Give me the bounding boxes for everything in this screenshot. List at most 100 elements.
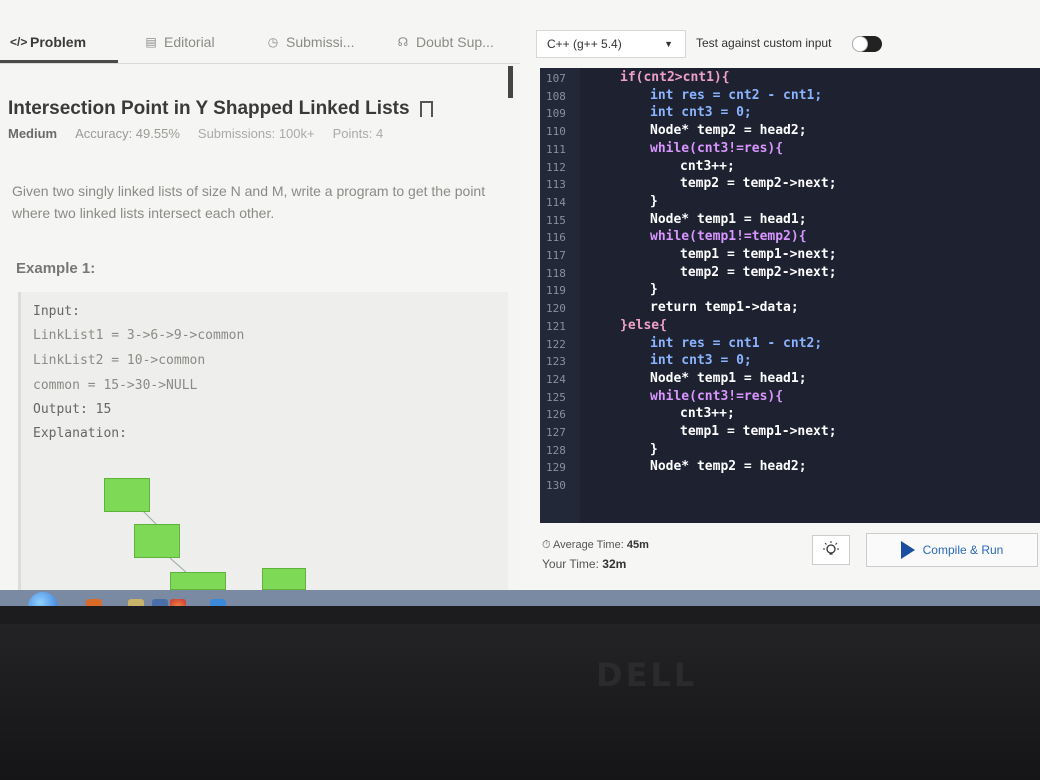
start-button[interactable]	[28, 592, 58, 606]
average-time: ⏱ Average Time: 45m	[542, 539, 649, 552]
diagram-node	[262, 568, 306, 590]
line-number: 114	[546, 195, 566, 209]
average-time-value: 45m	[626, 539, 649, 551]
screen: </> Problem ▤ Editorial ◷ Submissi... ☊ …	[0, 0, 1040, 606]
custom-input-label: Test against custom input	[696, 36, 832, 50]
example-line: LinkList1 = 3->6->9->common	[33, 328, 245, 343]
points-label: Points: 4	[332, 126, 384, 141]
code-line: Node* temp2 = head2;	[650, 459, 807, 475]
code-line: }else{	[620, 317, 667, 333]
code-line: }	[650, 282, 658, 298]
your-time: Your Time: 32m	[542, 557, 626, 571]
media-player-icon[interactable]	[86, 599, 102, 606]
custom-input-toggle[interactable]	[852, 36, 882, 52]
line-number: 127	[546, 426, 566, 439]
code-line: cnt3++;	[680, 158, 735, 174]
example-line: Output: 15	[33, 402, 112, 417]
line-number: 124	[546, 372, 566, 386]
compile-run-button[interactable]: Compile & Run	[866, 533, 1038, 567]
line-number: 107	[546, 72, 566, 85]
headset-icon: ☊	[397, 35, 409, 49]
editor-toolbar: C++ (g++ 5.4) ▼ Test against custom inpu…	[530, 24, 1040, 64]
code-line: temp1 = temp1->next;	[680, 247, 837, 262]
tab-submissions[interactable]: ◷ Submissi...	[266, 30, 355, 54]
editor-pane: C++ (g++ 5.4) ▼ Test against custom inpu…	[530, 0, 1040, 606]
code-line: int cnt3 = 0;	[650, 105, 752, 121]
line-number: 113	[546, 178, 566, 192]
line-number: 120	[546, 302, 566, 316]
code-line: while(cnt3!=res){	[650, 388, 784, 404]
code-line: while(temp1!=temp2){	[650, 229, 807, 245]
example-heading: Example 1:	[16, 260, 96, 277]
code-line: }	[650, 441, 658, 457]
document-icon: ▤	[145, 35, 157, 49]
line-number: 118	[546, 266, 566, 280]
diagram-node	[134, 524, 180, 558]
code-line: int res = cnt1 - cnt2;	[650, 335, 823, 351]
code-icon: </>	[10, 35, 28, 49]
code-line: }	[650, 193, 658, 209]
line-number: 109	[546, 107, 566, 121]
line-number: 129	[546, 461, 566, 475]
folder-icon[interactable]	[128, 599, 144, 606]
clock-icon: ◷	[267, 35, 279, 49]
average-time-label: Average Time:	[553, 539, 624, 551]
line-number: 111	[546, 142, 566, 156]
submissions-label: Submissions: 100k+	[197, 126, 315, 141]
hint-button[interactable]	[812, 535, 850, 565]
line-number: 116	[546, 231, 566, 245]
bookmark-icon[interactable]	[419, 101, 433, 117]
line-number: 122	[546, 337, 566, 351]
code-editor[interactable]: 107 108 109 110 111 112 113 114 115 116 117 118 119 1…	[540, 68, 1040, 523]
code-line: int cnt3 = 0;	[650, 353, 752, 369]
code-line: temp1 = temp1->next;	[680, 424, 837, 439]
your-time-label: Your Time:	[542, 557, 599, 571]
line-number: 128	[546, 443, 566, 457]
play-icon	[900, 541, 915, 559]
line-number: 125	[546, 390, 566, 404]
chevron-down-icon: ▼	[664, 39, 673, 49]
accuracy-label: Accuracy: 49.55%	[75, 126, 180, 141]
line-number: 121	[546, 319, 566, 333]
tab-problem-label: Problem	[30, 34, 87, 50]
laptop-brand-logo: DELL	[596, 656, 698, 694]
app-icon[interactable]	[210, 599, 226, 606]
language-select[interactable]: C++ (g++ 5.4) ▼	[536, 30, 686, 58]
app-icon[interactable]	[152, 599, 168, 606]
your-time-value: 32m	[602, 557, 627, 571]
browser-icon[interactable]	[170, 599, 186, 606]
tab-doubt-support[interactable]: ☊ Doubt Sup...	[396, 30, 494, 54]
problem-title-row: Intersection Point in Y Shapped Linked L…	[8, 98, 433, 120]
active-tab-indicator	[0, 60, 118, 63]
code-line: int res = cnt2 - cnt1;	[650, 87, 823, 103]
line-number: 110	[546, 125, 566, 139]
tab-editorial[interactable]: ▤ Editorial	[144, 30, 214, 54]
example-line: common = 15->30->NULL	[33, 378, 198, 393]
code-line: Node* temp2 = head2;	[650, 123, 807, 139]
code-line: temp2 = temp2->next;	[680, 176, 837, 192]
line-number: 130	[546, 479, 566, 493]
laptop-bezel	[0, 624, 1040, 780]
problem-meta: Medium Accuracy: 49.55% Submissions: 100…	[8, 126, 401, 141]
lightbulb-icon	[823, 541, 839, 555]
line-number: 112	[546, 160, 566, 174]
tab-doubt-support-label: Doubt Sup...	[416, 34, 494, 50]
tab-problem[interactable]: </> Problem	[10, 30, 86, 54]
example-line: Input:	[33, 304, 80, 319]
editor-footer: ⏱ Average Time: 45m Your Time: 32m Compi…	[530, 523, 1040, 593]
code-line: while(cnt3!=res){	[650, 140, 784, 156]
code-line: Node* temp1 = head1;	[650, 370, 807, 386]
language-select-value: C++ (g++ 5.4)	[547, 37, 622, 51]
code-line: return temp1->data;	[650, 300, 799, 316]
taskbar	[0, 590, 1040, 606]
stopwatch-icon: ⏱	[542, 539, 554, 551]
line-number: 117	[546, 249, 566, 262]
code-line: temp2 = temp2->next;	[680, 264, 837, 280]
example-line: LinkList2 = 10->common	[33, 353, 206, 368]
code-line: Node* temp1 = head1;	[650, 211, 807, 227]
toggle-knob	[852, 36, 868, 52]
difficulty-label: Medium	[8, 126, 58, 141]
compile-run-label: Compile & Run	[922, 543, 1004, 557]
problem-tabs: </> Problem ▤ Editorial ◷ Submissi... ☊ …	[0, 0, 520, 64]
scrollbar-thumb[interactable]	[508, 66, 513, 98]
